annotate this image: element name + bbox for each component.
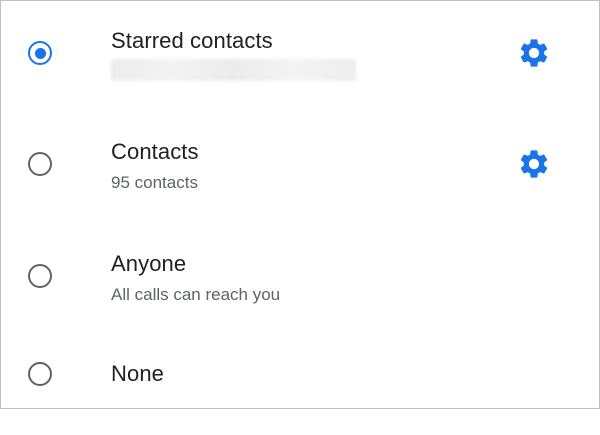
none-radio[interactable] bbox=[28, 362, 52, 386]
anyone-subtitle: All calls can reach you bbox=[111, 285, 281, 304]
starred-contacts-radio[interactable] bbox=[28, 41, 52, 65]
anyone-radio[interactable] bbox=[28, 264, 52, 288]
option-anyone[interactable]: Anyone All calls can reach you bbox=[1, 223, 599, 327]
option-none[interactable]: None bbox=[1, 331, 599, 435]
none-label: None bbox=[111, 361, 164, 386]
starred-contacts-label: Starred contacts bbox=[111, 28, 273, 53]
anyone-label: Anyone bbox=[111, 251, 187, 276]
calls-permission-list: Starred contacts Contacts 95 contacts An… bbox=[0, 0, 600, 409]
contacts-radio[interactable] bbox=[28, 152, 52, 176]
contacts-label: Contacts bbox=[111, 139, 199, 164]
contacts-subtitle: 95 contacts bbox=[111, 173, 198, 192]
option-contacts[interactable]: Contacts 95 contacts bbox=[1, 111, 599, 215]
starred-contacts-settings-gear-icon[interactable] bbox=[517, 36, 551, 70]
contacts-settings-gear-icon[interactable] bbox=[517, 147, 551, 181]
option-starred-contacts[interactable]: Starred contacts bbox=[1, 1, 599, 105]
starred-contacts-subtitle-redacted bbox=[111, 59, 356, 81]
